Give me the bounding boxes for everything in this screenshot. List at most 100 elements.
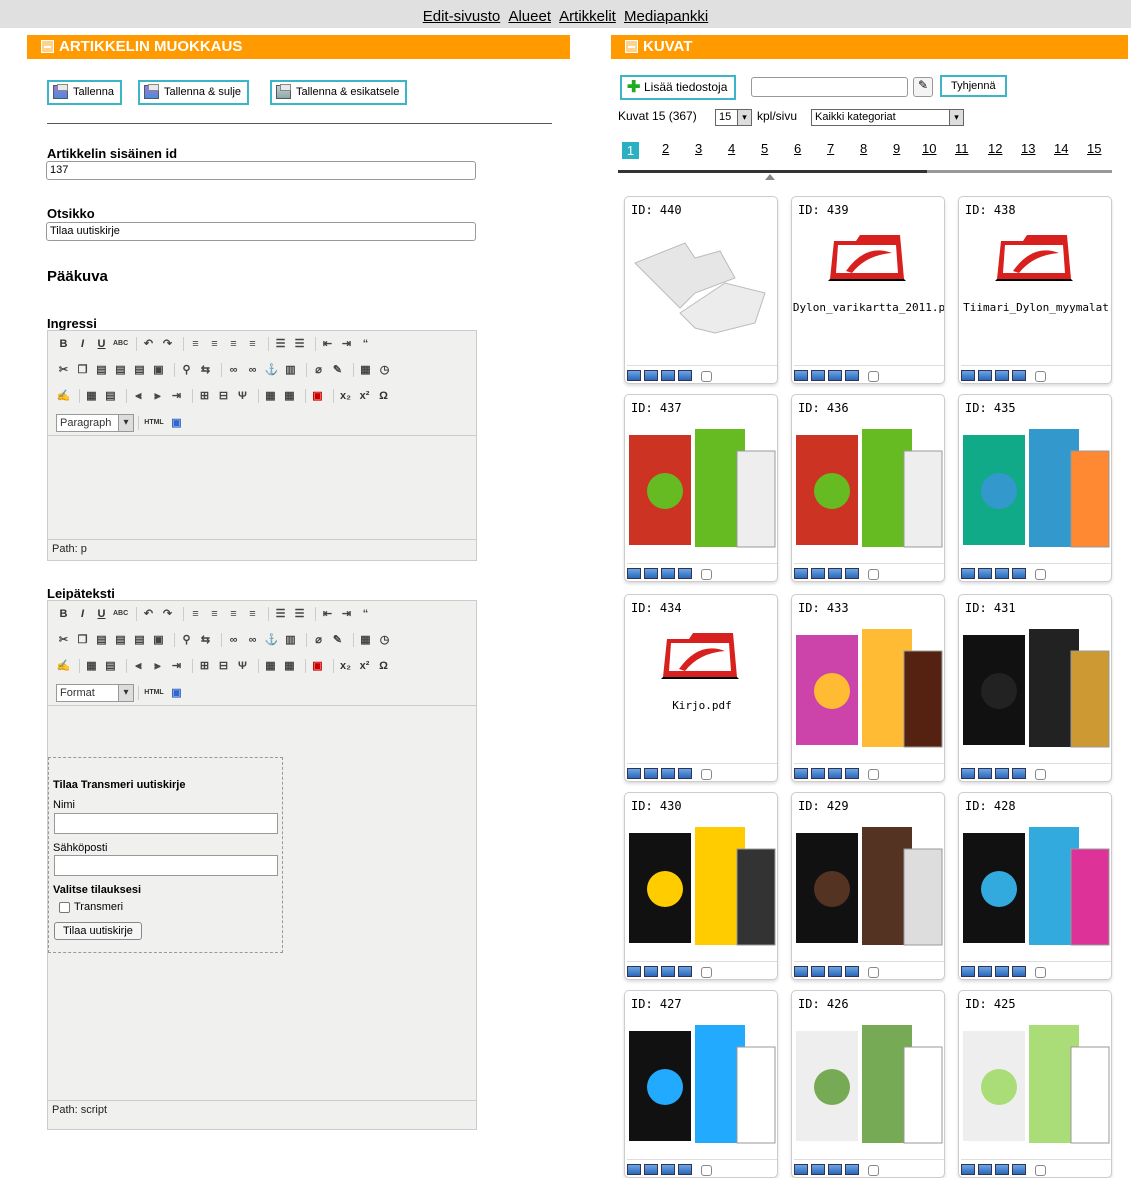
anchor-icon[interactable]: ⚓ — [264, 363, 279, 377]
copy-icon[interactable]: ❐ — [75, 363, 90, 377]
delete-icon[interactable] — [845, 768, 859, 779]
brush-icon[interactable]: ✎ — [330, 633, 345, 647]
image-tile[interactable]: ID: 433 — [791, 594, 945, 782]
link-icon[interactable]: ∞ — [226, 633, 241, 647]
image-thumbnail[interactable] — [625, 421, 777, 557]
html-icon[interactable]: HTML — [143, 686, 165, 700]
align-left-icon[interactable]: ≡ — [188, 337, 203, 351]
bullet-list-icon[interactable]: ☰ — [273, 337, 288, 351]
underline-icon[interactable]: U — [94, 607, 109, 621]
cut-icon[interactable]: ✂ — [56, 633, 71, 647]
select-all-icon[interactable]: ▣ — [151, 363, 166, 377]
split-icon[interactable]: ⊞ — [197, 389, 212, 403]
superscript-icon[interactable]: x² — [357, 659, 372, 673]
edit-image-icon[interactable] — [644, 370, 658, 381]
image-thumbnail[interactable] — [959, 621, 1111, 757]
insert-icon[interactable] — [627, 568, 641, 579]
crop-icon[interactable] — [828, 768, 842, 779]
col-before-icon[interactable]: ⫷ — [131, 389, 146, 403]
image-thumbnail[interactable] — [959, 223, 1111, 359]
page-link-9[interactable]: 9 — [893, 141, 900, 156]
paste-word-icon[interactable]: ▤ — [132, 363, 147, 377]
page-link-4[interactable]: 4 — [728, 141, 735, 156]
crop-icon[interactable] — [661, 370, 675, 381]
strikethrough-icon[interactable]: ABC — [113, 337, 128, 351]
col-after-icon[interactable]: ⫸ — [150, 389, 165, 403]
clear-button[interactable]: Tyhjennä — [940, 75, 1007, 97]
bold-icon[interactable]: B — [56, 607, 71, 621]
justify-icon[interactable]: ≡ — [245, 607, 260, 621]
edit-image-icon[interactable] — [811, 568, 825, 579]
align-left-icon[interactable]: ≡ — [188, 607, 203, 621]
edit-image-icon[interactable] — [644, 568, 658, 579]
title-input[interactable]: Tilaa uutiskirje — [46, 222, 476, 241]
grid-icon[interactable]: ▦ — [263, 659, 278, 673]
email-field[interactable] — [54, 855, 278, 876]
cleanup-icon[interactable]: ⌀ — [311, 633, 326, 647]
col-before-icon[interactable]: ⫷ — [131, 659, 146, 673]
col-after-icon[interactable]: ⫸ — [150, 659, 165, 673]
crop-icon[interactable] — [661, 768, 675, 779]
add-files-button[interactable]: ✚ Lisää tiedostoja — [620, 75, 737, 100]
search-icon[interactable]: ✎ — [913, 77, 933, 97]
pdf-icon[interactable]: ▣ — [310, 659, 325, 673]
image-thumbnail[interactable] — [625, 223, 777, 359]
select-checkbox[interactable] — [701, 371, 712, 382]
delete-icon[interactable] — [678, 370, 692, 381]
collapse-icon[interactable] — [41, 40, 54, 53]
insert-icon[interactable] — [961, 370, 975, 381]
image-tile[interactable]: ID: 435 — [958, 394, 1112, 582]
category-select[interactable]: Kaikki kategoriat — [811, 109, 964, 126]
col-delete-icon[interactable]: ⇥ — [169, 389, 184, 403]
row-icon[interactable]: ▤ — [103, 389, 118, 403]
time-icon[interactable]: ◷ — [377, 633, 392, 647]
outdent-icon[interactable]: ⇤ — [320, 607, 335, 621]
crop-icon[interactable] — [828, 1164, 842, 1175]
strikethrough-icon[interactable]: ABC — [113, 607, 128, 621]
select-checkbox[interactable] — [1035, 967, 1046, 978]
select-checkbox[interactable] — [1035, 769, 1046, 780]
insert-icon[interactable] — [794, 1164, 808, 1175]
copy-icon[interactable]: ❐ — [75, 633, 90, 647]
page-link-12[interactable]: 12 — [988, 141, 1002, 156]
crop-icon[interactable] — [661, 966, 675, 977]
edit-image-icon[interactable] — [978, 966, 992, 977]
time-icon[interactable]: ◷ — [377, 363, 392, 377]
bold-icon[interactable]: B — [56, 337, 71, 351]
image-thumbnail[interactable] — [959, 819, 1111, 955]
media-icon[interactable]: ▥ — [283, 363, 298, 377]
edit-image-icon[interactable] — [978, 568, 992, 579]
merge-icon[interactable]: ⊟ — [216, 659, 231, 673]
grid2-icon[interactable]: ▦ — [282, 659, 297, 673]
select-checkbox[interactable] — [701, 967, 712, 978]
nav-mediapankki[interactable]: Mediapankki — [624, 8, 708, 25]
page-link-14[interactable]: 14 — [1054, 141, 1068, 156]
select-checkbox[interactable] — [868, 371, 879, 382]
grid2-icon[interactable]: ▦ — [282, 389, 297, 403]
insert-icon[interactable] — [961, 568, 975, 579]
edit-image-icon[interactable] — [644, 1164, 658, 1175]
undo-icon[interactable]: ↶ — [141, 337, 156, 351]
per-page-select[interactable]: 15 — [715, 109, 752, 126]
image-thumbnail[interactable] — [792, 223, 944, 359]
delete-icon[interactable] — [1012, 568, 1026, 579]
redo-icon[interactable]: ↷ — [160, 337, 175, 351]
image-thumbnail[interactable] — [959, 1017, 1111, 1153]
redo-icon[interactable]: ↷ — [160, 607, 175, 621]
paste-icon[interactable]: ▤ — [94, 363, 109, 377]
date-icon[interactable]: ▦ — [358, 363, 373, 377]
page-link-2[interactable]: 2 — [662, 141, 669, 156]
page-link-6[interactable]: 6 — [794, 141, 801, 156]
insert-icon[interactable] — [627, 966, 641, 977]
delete-icon[interactable] — [1012, 768, 1026, 779]
subscribe-button[interactable]: Tilaa uutiskirje — [54, 922, 142, 940]
edit-image-icon[interactable] — [978, 768, 992, 779]
transmeri-checkbox[interactable] — [59, 902, 70, 913]
replace-icon[interactable]: ⇆ — [198, 633, 213, 647]
subscript-icon[interactable]: x₂ — [338, 659, 353, 673]
merge-icon[interactable]: ⊟ — [216, 389, 231, 403]
insert-icon[interactable] — [794, 568, 808, 579]
select-checkbox[interactable] — [868, 569, 879, 580]
edit-icon[interactable]: ✍ — [56, 659, 71, 673]
delete-icon[interactable] — [1012, 370, 1026, 381]
